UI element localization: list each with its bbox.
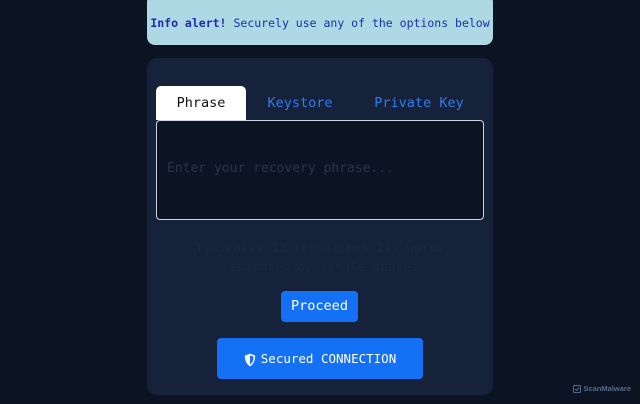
tab-phrase[interactable]: Phrase xyxy=(156,86,246,120)
phrase-hint-text: Typically 12 (sometimes 24) words separa… xyxy=(195,240,445,274)
info-alert: Info alert! Securely use any of the opti… xyxy=(147,0,493,45)
wallet-connect-card: Phrase Keystore Private Key Typically 12… xyxy=(147,58,493,395)
alert-message: Securely use any of the options below xyxy=(233,15,490,30)
tab-keystore[interactable]: Keystore xyxy=(252,86,348,120)
import-method-tabs: Phrase Keystore Private Key xyxy=(156,86,484,120)
watermark-text: ScanMalware xyxy=(583,384,631,393)
recovery-phrase-input[interactable] xyxy=(156,120,484,220)
tab-private-key[interactable]: Private Key xyxy=(362,86,476,120)
scanmalware-watermark: ScanMalware xyxy=(573,384,631,393)
shield-icon xyxy=(244,353,256,367)
alert-title: Info alert! xyxy=(150,15,227,30)
scanmalware-logo-icon xyxy=(573,384,582,393)
proceed-button[interactable]: Proceed xyxy=(281,291,358,322)
secured-connection-button[interactable]: Secured CONNECTION xyxy=(217,338,423,379)
secured-connection-label: Secured CONNECTION xyxy=(260,351,397,366)
